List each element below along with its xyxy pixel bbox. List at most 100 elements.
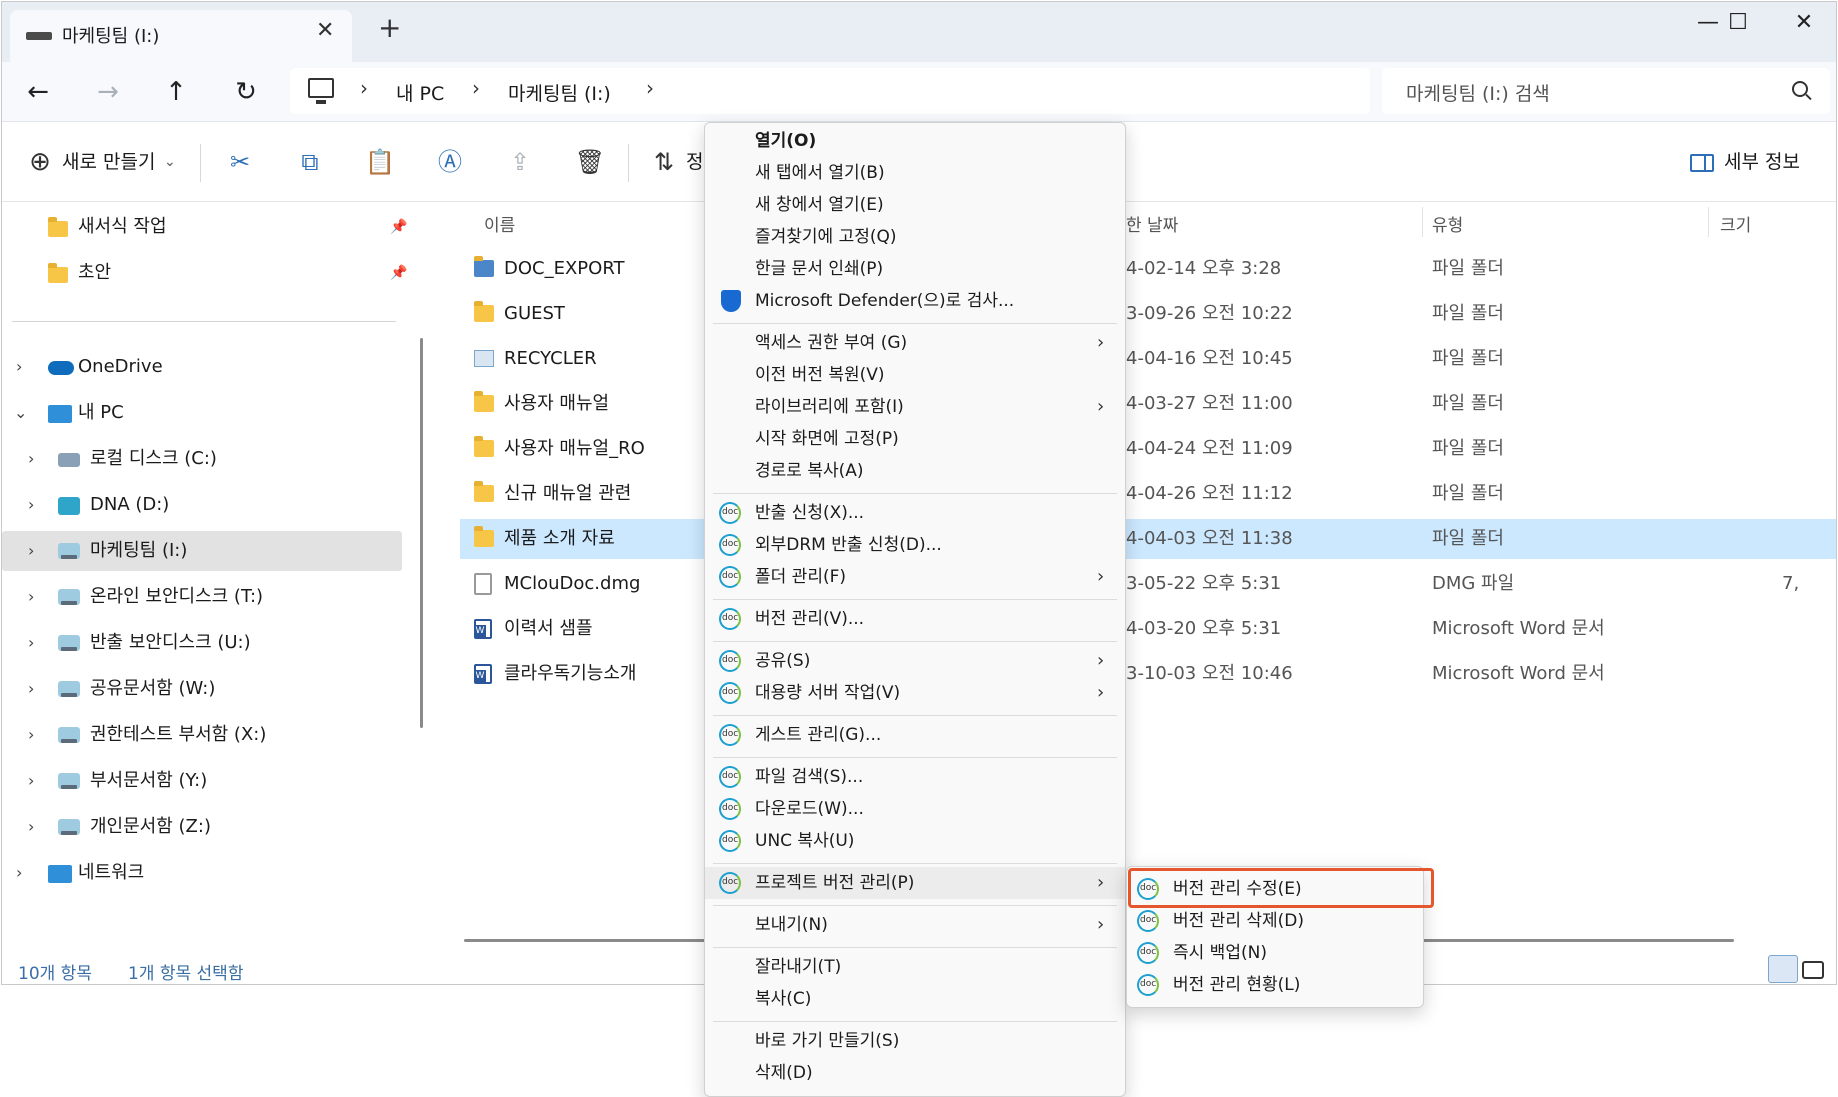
chevron-right-icon[interactable]: › xyxy=(28,439,34,479)
menu-copy-path[interactable]: 경로로 복사(A) xyxy=(705,455,1125,487)
column-header-date[interactable]: 한 날짜 xyxy=(1126,211,1178,236)
file-row-selected[interactable]: 제품 소개 자료 4-04-03 오전 11:38 파일 폴더 xyxy=(460,519,1836,559)
menu-file-search[interactable]: doc 파일 검색(S)... xyxy=(705,761,1125,793)
submenu-version-status[interactable]: doc 버전 관리 현황(L) xyxy=(1127,969,1423,1001)
nav-drive-w[interactable]: › 공유문서함 (W:) xyxy=(2,669,402,709)
file-row[interactable]: RECYCLER 4-04-16 오전 10:45 파일 폴더 xyxy=(460,339,1836,379)
menu-download[interactable]: doc 다운로드(W)... xyxy=(705,793,1125,825)
new-dropdown-icon[interactable]: ⌄ xyxy=(164,144,176,180)
menu-export-request[interactable]: doc 반출 신청(X)... xyxy=(705,497,1125,529)
menu-version-management[interactable]: doc 버전 관리(V)... xyxy=(705,603,1125,635)
new-button[interactable]: 새로 만들기 xyxy=(62,144,155,180)
menu-guest-management[interactable]: doc 게스트 관리(G)... xyxy=(705,719,1125,751)
maximize-button[interactable]: ☐ xyxy=(1718,6,1758,46)
menu-unc-copy[interactable]: doc UNC 복사(U) xyxy=(705,825,1125,857)
column-header-type[interactable]: 유형 xyxy=(1432,211,1463,236)
menu-open-new-tab[interactable]: 새 탭에서 열기(B) xyxy=(705,157,1125,189)
forward-button[interactable]: → xyxy=(90,74,126,110)
quick-access-item[interactable]: 새서식 작업 📌 xyxy=(12,207,412,247)
chevron-right-icon[interactable]: › xyxy=(28,715,34,755)
column-header-size[interactable]: 크기 xyxy=(1720,211,1751,236)
menu-create-shortcut[interactable]: 바로 가기 만들기(S) xyxy=(705,1025,1125,1057)
menu-include-library[interactable]: 라이브러리에 포함(I) › xyxy=(705,391,1125,423)
menu-cut[interactable]: 잘라내기(T) xyxy=(705,951,1125,983)
tiles-view-icon[interactable] xyxy=(1802,961,1824,979)
file-row[interactable]: 이력서 샘플 4-03-20 오후 5:31 Microsoft Word 문서 xyxy=(460,609,1836,649)
chevron-right-icon[interactable]: › xyxy=(28,761,34,801)
nav-drive-c[interactable]: › 로컬 디스크 (C:) xyxy=(2,439,402,479)
nav-drive-y[interactable]: › 부서문서함 (Y:) xyxy=(2,761,402,801)
menu-print-hwp[interactable]: 한글 문서 인쇄(P) xyxy=(705,253,1125,285)
menu-pin-start[interactable]: 시작 화면에 고정(P) xyxy=(705,423,1125,455)
menu-external-drm-export[interactable]: doc 외부DRM 반출 신청(D)... xyxy=(705,529,1125,561)
menu-large-server-task[interactable]: doc 대용량 서버 작업(V) › xyxy=(705,677,1125,709)
rename-icon[interactable]: Ⓐ xyxy=(434,146,466,178)
submenu-backup-now[interactable]: doc 즉시 백업(N) xyxy=(1127,937,1423,969)
search-input[interactable]: 마케팅팀 (I:) 검색 xyxy=(1406,79,1550,106)
cut-icon[interactable]: ✂ xyxy=(224,146,256,178)
nav-drive-t[interactable]: › 온라인 보안디스크 (T:) xyxy=(2,577,402,617)
details-view-icon[interactable] xyxy=(1768,955,1798,983)
column-divider[interactable] xyxy=(1422,207,1423,237)
details-button[interactable]: 세부 정보 xyxy=(1724,144,1800,180)
menu-folder-management[interactable]: doc 폴더 관리(F) › xyxy=(705,561,1125,593)
file-row[interactable]: 사용자 매뉴얼 4-03-27 오전 11:00 파일 폴더 xyxy=(460,384,1836,424)
chevron-right-icon[interactable]: › xyxy=(28,485,34,525)
menu-pin-favorites[interactable]: 즐겨찾기에 고정(Q) xyxy=(705,221,1125,253)
menu-defender-scan[interactable]: Microsoft Defender(으)로 검사... xyxy=(705,285,1125,317)
chevron-right-icon[interactable]: › xyxy=(28,623,34,663)
close-window-button[interactable]: ✕ xyxy=(1784,6,1824,46)
sort-button[interactable]: 정 xyxy=(686,144,703,180)
file-row[interactable]: 클라우독기능소개 3-10-03 오전 10:46 Microsoft Word… xyxy=(460,654,1836,694)
search-box[interactable]: 마케팅팀 (I:) 검색 xyxy=(1382,68,1830,114)
chevron-right-icon[interactable]: › xyxy=(28,669,34,709)
share-icon[interactable]: ⇪ xyxy=(504,146,536,178)
address-bar[interactable]: › 내 PC › 마케팅팀 (I:) › xyxy=(290,68,1370,114)
tab-marketing-drive[interactable]: 마케팅팀 (I:) ✕ xyxy=(10,10,352,62)
menu-delete[interactable]: 삭제(D) xyxy=(705,1057,1125,1089)
close-tab-icon[interactable]: ✕ xyxy=(316,18,334,43)
file-row[interactable]: 사용자 매뉴얼_RO 4-04-24 오전 11:09 파일 폴더 xyxy=(460,429,1836,469)
back-button[interactable]: ← xyxy=(20,74,56,110)
file-row[interactable]: GUEST 3-09-26 오전 10:22 파일 폴더 xyxy=(460,294,1836,334)
chevron-right-icon[interactable]: › xyxy=(28,577,34,617)
paste-icon[interactable]: 📋 xyxy=(364,146,396,178)
navpane-scrollbar[interactable] xyxy=(420,338,423,728)
chevron-right-icon[interactable]: › xyxy=(28,807,34,847)
file-row[interactable]: DOC_EXPORT 4-02-14 오후 3:28 파일 폴더 xyxy=(460,249,1836,289)
menu-open-new-window[interactable]: 새 창에서 열기(E) xyxy=(705,189,1125,221)
breadcrumb-my-pc[interactable]: 내 PC xyxy=(396,79,444,106)
breadcrumb-marketing-drive[interactable]: 마케팅팀 (I:) xyxy=(508,79,611,106)
chevron-right-icon[interactable]: › xyxy=(16,347,22,387)
quick-access-item[interactable]: 초안 📌 xyxy=(12,253,412,293)
up-button[interactable]: ↑ xyxy=(158,74,194,110)
file-row[interactable]: 신규 매뉴얼 관련 4-04-26 오전 11:12 파일 폴더 xyxy=(460,474,1836,514)
chevron-right-icon[interactable]: › xyxy=(16,853,22,893)
nav-onedrive[interactable]: › OneDrive xyxy=(2,347,402,387)
menu-copy[interactable]: 복사(C) xyxy=(705,983,1125,1015)
menu-project-version-management[interactable]: doc 프로젝트 버전 관리(P) › xyxy=(705,867,1125,899)
refresh-button[interactable]: ↻ xyxy=(228,74,264,110)
submenu-delete-version[interactable]: doc 버전 관리 삭제(D) xyxy=(1127,905,1423,937)
delete-icon[interactable]: 🗑 xyxy=(574,146,606,178)
sort-icon[interactable]: ⇅ xyxy=(648,146,680,178)
file-row[interactable]: MClouDoc.dmg 3-05-22 오후 5:31 DMG 파일 7, xyxy=(460,564,1836,604)
nav-drive-x[interactable]: › 권한테스트 부서함 (X:) xyxy=(2,715,402,755)
column-divider[interactable] xyxy=(1708,207,1709,237)
column-header-name[interactable]: 이름 xyxy=(484,211,515,236)
nav-drive-u[interactable]: › 반출 보안디스크 (U:) xyxy=(2,623,402,663)
menu-restore-previous[interactable]: 이전 버전 복원(V) xyxy=(705,359,1125,391)
new-tab-button[interactable]: + xyxy=(378,14,401,42)
nav-drive-z[interactable]: › 개인문서함 (Z:) xyxy=(2,807,402,847)
menu-grant-access[interactable]: 액세스 권한 부여 (G) › xyxy=(705,327,1125,359)
nav-drive-i[interactable]: › 마케팅팀 (I:) xyxy=(2,531,402,571)
breadcrumb-expand-icon[interactable]: › xyxy=(646,76,654,100)
copy-icon[interactable]: ⧉ xyxy=(294,146,326,178)
menu-share[interactable]: doc 공유(S) › xyxy=(705,645,1125,677)
nav-my-pc[interactable]: ⌄ 내 PC xyxy=(2,393,402,433)
menu-send-to[interactable]: 보내기(N) › xyxy=(705,909,1125,941)
nav-drive-d[interactable]: › DNA (D:) xyxy=(2,485,402,525)
chevron-down-icon[interactable]: ⌄ xyxy=(14,393,27,433)
nav-network[interactable]: › 네트워크 xyxy=(2,853,402,893)
menu-open[interactable]: 열기(O) xyxy=(705,125,1125,157)
